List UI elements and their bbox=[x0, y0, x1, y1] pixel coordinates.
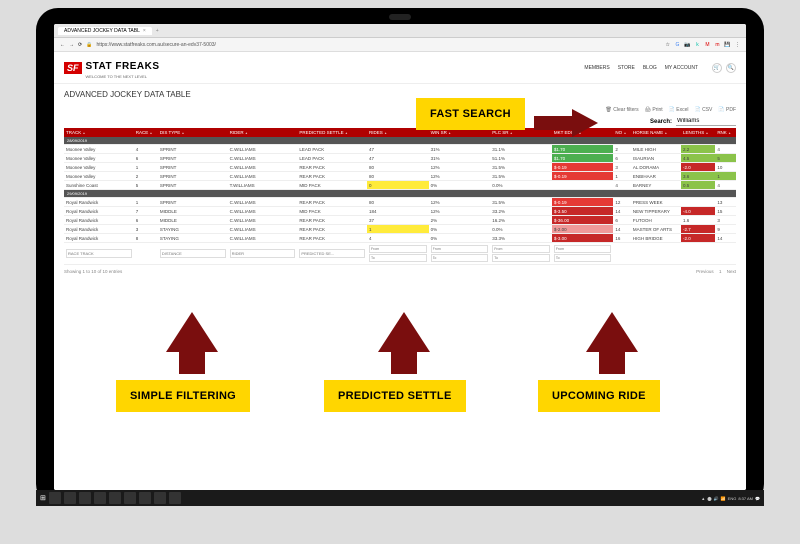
page-number[interactable]: 1 bbox=[719, 269, 722, 274]
arrow-icon bbox=[572, 109, 598, 137]
cart-icon[interactable]: 🛒 bbox=[712, 63, 722, 73]
table-row[interactable]: Royal Randwick3STAYINGC.WILLIAMSREAR PAC… bbox=[64, 225, 736, 234]
column-header[interactable]: DIS TYPE ▲ bbox=[158, 128, 228, 137]
next-button[interactable]: Next bbox=[727, 269, 736, 274]
print-button[interactable]: 🖨 Print bbox=[645, 107, 663, 113]
column-header[interactable]: HORSE NAME ▲ bbox=[631, 128, 681, 137]
csv-button[interactable]: 📄 CSV bbox=[694, 107, 712, 113]
column-header[interactable]: PREDICTED SETTLE ▲ bbox=[297, 128, 367, 137]
tablet-frame: ADVANCED JOCKEY DATA TABL × + ← → ⟳ 🔒 ht… bbox=[36, 8, 764, 506]
filter-input[interactable] bbox=[160, 249, 226, 258]
ext-icon[interactable]: m bbox=[714, 41, 721, 48]
callout-simple-filtering: SIMPLE FILTERING bbox=[116, 380, 250, 412]
search-row: Search: bbox=[54, 115, 746, 128]
filter-input[interactable] bbox=[66, 249, 132, 258]
close-icon[interactable]: × bbox=[143, 28, 146, 34]
tablet-camera bbox=[389, 14, 411, 20]
filter-from[interactable] bbox=[431, 245, 489, 253]
pdf-button[interactable]: 📄 PDF bbox=[718, 107, 736, 113]
table-row[interactable]: Royal Randwick6MIDDLEC.WILLIAMSREAR PACK… bbox=[64, 216, 736, 225]
page-title: ADVANCED JOCKEY DATA TABLE bbox=[54, 84, 746, 105]
ext-icon[interactable]: 💾 bbox=[724, 41, 731, 48]
page-content: SF STAT FREAKS WELCOME TO THE NEXT LEVEL… bbox=[54, 52, 746, 490]
logo-subtitle: WELCOME TO THE NEXT LEVEL bbox=[86, 74, 160, 79]
nav-store[interactable]: STORE bbox=[618, 65, 635, 71]
filter-from[interactable] bbox=[492, 245, 550, 253]
arrow-icon bbox=[586, 312, 638, 352]
browser-tab[interactable]: ADVANCED JOCKEY DATA TABL × bbox=[58, 27, 152, 35]
ext-icon[interactable]: M bbox=[704, 41, 711, 48]
lock-icon: 🔒 bbox=[86, 42, 92, 48]
arrow-icon bbox=[534, 116, 574, 130]
browser-tab-strip: ADVANCED JOCKEY DATA TABL × + bbox=[54, 24, 746, 38]
search-icon[interactable]: 🔍 bbox=[726, 63, 736, 73]
logo-text: STAT FREAKS bbox=[86, 61, 160, 72]
logo-badge: SF bbox=[64, 62, 82, 74]
paging-info: Showing 1 to 10 of 10 entries bbox=[64, 269, 122, 274]
table-row[interactable]: Sunshine Coast5SPRINTT.WILLIAMSMID PACK0… bbox=[64, 181, 736, 190]
forward-icon[interactable]: → bbox=[69, 42, 74, 48]
arrow-icon bbox=[599, 350, 625, 374]
column-header[interactable]: TRACK ▲ bbox=[64, 128, 134, 137]
date-group: 28/09/2019 bbox=[64, 137, 736, 145]
new-tab-button[interactable]: + bbox=[156, 28, 159, 34]
url-field[interactable]: https://www.statfreaks.com.au/secure-an-… bbox=[96, 42, 661, 48]
table-row[interactable]: Royal Randwick7MIDDLEC.WILLIAMSMID PACK1… bbox=[64, 207, 736, 216]
filter-from[interactable] bbox=[554, 245, 612, 253]
nav-blog[interactable]: BLOG bbox=[643, 65, 657, 71]
callout-predicted-settle: PREDICTED SETTLE bbox=[324, 380, 466, 412]
ext-icon[interactable]: 📷 bbox=[684, 41, 691, 48]
column-header[interactable]: RIDER ▲ bbox=[228, 128, 298, 137]
table-row[interactable]: Moonee Valley4SPRINTC.WILLIAMSLEAD PACK4… bbox=[64, 145, 736, 154]
tab-title: ADVANCED JOCKEY DATA TABL bbox=[64, 28, 140, 34]
callout-fast-search: FAST SEARCH bbox=[416, 98, 525, 130]
filter-from[interactable] bbox=[369, 245, 427, 253]
table-row[interactable]: Royal Randwick1SPRINTC.WILLIAMSREAR PACK… bbox=[64, 198, 736, 207]
filter-row bbox=[64, 243, 736, 265]
filter-input[interactable] bbox=[230, 249, 296, 258]
menu-icon[interactable]: ⋮ bbox=[735, 42, 740, 48]
reload-icon[interactable]: ⟳ bbox=[78, 42, 82, 48]
export-bar: 🗑 Clear filters 🖨 Print 📄 Excel 📄 CSV 📄 … bbox=[54, 105, 746, 115]
column-header[interactable]: NO ▲ bbox=[613, 128, 630, 137]
filter-to[interactable] bbox=[492, 254, 550, 262]
nav-members[interactable]: MEMBERS bbox=[584, 65, 609, 71]
extensions: G 📷 k M m 💾 bbox=[674, 41, 731, 48]
logo[interactable]: SF STAT FREAKS WELCOME TO THE NEXT LEVEL bbox=[64, 56, 160, 79]
screen: ADVANCED JOCKEY DATA TABL × + ← → ⟳ 🔒 ht… bbox=[54, 24, 746, 490]
arrow-icon bbox=[378, 312, 430, 352]
filter-to[interactable] bbox=[369, 254, 427, 262]
column-header[interactable]: RACE ▲ bbox=[134, 128, 158, 137]
search-label: Search: bbox=[650, 119, 672, 125]
nav-account[interactable]: MY ACCOUNT bbox=[665, 65, 698, 71]
table-row[interactable]: Moonee Valley1SPRINTC.WILLIAMSREAR PACK8… bbox=[64, 163, 736, 172]
site-header: SF STAT FREAKS WELCOME TO THE NEXT LEVEL… bbox=[54, 52, 746, 84]
excel-button[interactable]: 📄 Excel bbox=[669, 107, 689, 113]
paging: Showing 1 to 10 of 10 entries Previous 1… bbox=[54, 265, 746, 278]
callout-upcoming-ride: UPCOMING RIDE bbox=[538, 380, 660, 412]
arrow-icon bbox=[179, 350, 205, 374]
arrow-icon bbox=[391, 350, 417, 374]
filter-to[interactable] bbox=[431, 254, 489, 262]
back-icon[interactable]: ← bbox=[60, 42, 65, 48]
column-header[interactable]: LENGTHS ▲ bbox=[681, 128, 715, 137]
table-row[interactable]: Moonee Valley6SPRINTC.WILLIAMSLEAD PACK4… bbox=[64, 154, 736, 163]
date-group: 29/09/2019 bbox=[64, 190, 736, 198]
data-table: TRACK ▲RACE ▲DIS TYPE ▲RIDER ▲PREDICTED … bbox=[64, 128, 736, 265]
filter-to[interactable] bbox=[554, 254, 612, 262]
main-nav: MEMBERS STORE BLOG MY ACCOUNT 🛒 🔍 bbox=[584, 63, 736, 73]
ext-icon[interactable]: G bbox=[674, 41, 681, 48]
arrow-icon bbox=[166, 312, 218, 352]
clear-filters-button[interactable]: 🗑 Clear filters bbox=[606, 107, 639, 113]
column-header[interactable]: RNK ▲ bbox=[715, 128, 736, 137]
star-icon[interactable]: ☆ bbox=[666, 42, 670, 48]
address-bar: ← → ⟳ 🔒 https://www.statfreaks.com.au/se… bbox=[54, 38, 746, 52]
table-row[interactable]: Royal Randwick8STAYINGC.WILLIAMSREAR PAC… bbox=[64, 234, 736, 243]
table-row[interactable]: Moonee Valley2SPRINTC.WILLIAMSREAR PACK8… bbox=[64, 172, 736, 181]
search-input[interactable] bbox=[676, 117, 736, 126]
filter-input[interactable] bbox=[299, 249, 365, 258]
ext-icon[interactable]: k bbox=[694, 41, 701, 48]
table-header: TRACK ▲RACE ▲DIS TYPE ▲RIDER ▲PREDICTED … bbox=[64, 128, 736, 137]
prev-button[interactable]: Previous bbox=[696, 269, 714, 274]
